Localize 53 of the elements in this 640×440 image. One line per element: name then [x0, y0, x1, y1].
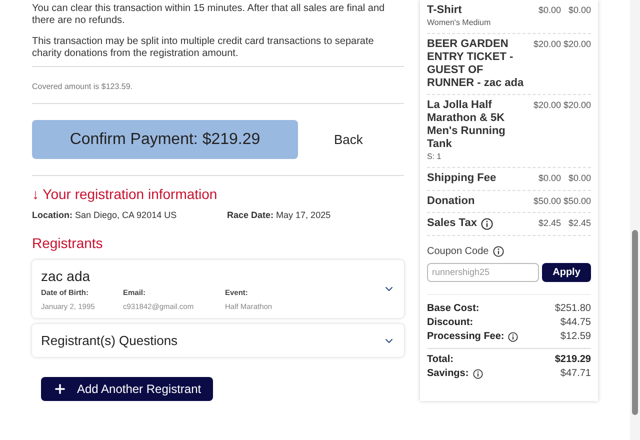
cart-item-total: $20.00 — [562, 38, 591, 51]
cart-item-name: Donation — [427, 194, 475, 208]
coupon-label: Coupon Code — [427, 244, 489, 258]
info-icon[interactable] — [492, 246, 504, 256]
notice-text: This transaction may be split into multiple credit card transactions to separate charity donations from the registration amount. — [32, 36, 375, 60]
registrants-heading: Registrants — [32, 234, 104, 253]
scrollbar-thumb[interactable] — [632, 230, 638, 415]
cart-item-name: BEER GARDEN ENTRY TICKET - GUEST OF RUNNER - zac ada — [427, 38, 525, 90]
summary-value: $251.80 — [554, 302, 591, 316]
info-icon[interactable] — [472, 368, 483, 378]
add-registrant-button[interactable]: Add Another Registrant — [41, 377, 214, 401]
cart-item-name: Shipping Fee — [427, 172, 496, 185]
cart-item-total: $2.45 — [567, 217, 591, 230]
questions-title: Registrant(s) Questions — [41, 332, 178, 350]
cart-item-price: $50.00 — [532, 194, 561, 208]
location-text: Location: San Diego, CA 92014 US — [32, 209, 178, 222]
notice-text: You can clear this transaction within 15 minutes. After that all sales are final and there are no refunds. — [32, 3, 386, 27]
plus-icon — [53, 382, 67, 396]
summary-value: $12.59 — [560, 330, 591, 344]
cart-item-total: $20.00 — [562, 99, 591, 112]
cart-item-total: $0.00 — [567, 172, 591, 185]
cart-item-total: $0.00 — [567, 4, 591, 17]
cart-item-name: Sales Tax — [427, 217, 477, 230]
scrollbar[interactable] — [630, 0, 640, 440]
cart-item-name: La Jolla Half Marathon & 5K Men's Running Tank — [427, 99, 506, 151]
cart-item-detail: S: 1 — [427, 151, 442, 163]
summary-label: Discount: — [427, 316, 474, 330]
info-icon[interactable] — [480, 218, 493, 230]
cart-item-total: $50.00 — [562, 194, 591, 208]
cart-item-price: $2.45 — [537, 217, 561, 230]
summary-value: $47.71 — [560, 366, 591, 380]
summary-label: Total: — [427, 352, 454, 366]
registrant-name: zac ada — [41, 266, 92, 286]
summary-label: Base Cost: — [427, 302, 480, 316]
summary-label: Savings: — [427, 366, 469, 380]
info-icon[interactable] — [508, 332, 518, 342]
cart-item-name: T-Shirt — [427, 4, 462, 17]
cart-item-detail: Women's Medium — [427, 17, 492, 29]
summary-label: Processing Fee: — [427, 330, 504, 344]
section-heading: ↓ Your registration information — [32, 185, 218, 204]
cart-item-price: $20.00 — [532, 99, 561, 112]
summary-value: $219.29 — [554, 352, 591, 366]
confirm-payment-button[interactable]: Confirm Payment: $219.29 — [32, 120, 298, 159]
cart-item-price: $20.00 — [532, 38, 561, 51]
race-date-text: Race Date: May 17, 2025 — [227, 209, 331, 222]
covered-amount-note: Covered amount is $123.59. — [32, 82, 133, 91]
cart-item-price: $0.00 — [537, 172, 561, 185]
back-link[interactable]: Back — [334, 130, 363, 150]
cart-item-price: $0.00 — [537, 4, 561, 17]
apply-button[interactable]: Apply — [542, 262, 591, 282]
questions-panel[interactable]: Registrant(s) Questions — [32, 324, 404, 357]
summary-value: $44.75 — [560, 316, 591, 330]
coupon-field[interactable]: runnershigh25 — [427, 262, 539, 282]
